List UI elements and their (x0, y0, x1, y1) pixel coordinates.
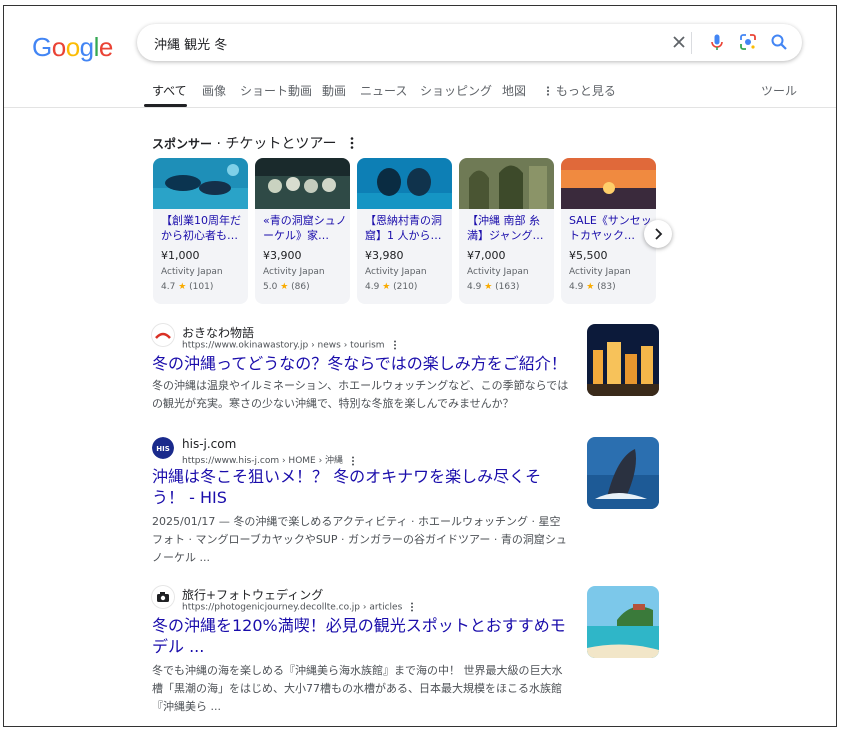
result-url[interactable]: https://www.his-j.com › HOME › 沖縄 (182, 453, 357, 466)
sponsored-label: スポンサー (152, 137, 213, 151)
rating-value: 4.7 (161, 282, 176, 292)
google-logo[interactable]: Google (32, 32, 113, 63)
search-bar[interactable]: 沖縄 観光 冬 (137, 24, 802, 61)
svg-text:HIS: HIS (156, 445, 170, 453)
more-vert-icon[interactable] (391, 340, 399, 350)
rating-value: 4.9 (365, 282, 380, 292)
sponsored-more-icon[interactable] (346, 136, 358, 150)
star-icon: ★ (280, 282, 289, 292)
result-url-text: https://photogenicjourney.decollte.co.jp… (182, 602, 403, 613)
tab-videos[interactable]: 動画 (322, 82, 346, 99)
result-snippet: 2025/01/17 — 冬の沖縄で楽しめるアクティビティ · ホエールウォッチ… (152, 515, 567, 564)
ad-card-image (153, 158, 248, 209)
ad-card-price: ¥3,900 (263, 249, 302, 262)
ad-card-title: «青の洞窟シュノーケル》家… (263, 214, 347, 242)
result-title-link[interactable]: 冬の沖縄ってどうなの？冬ならではの楽しみ方をご紹介！ (152, 353, 572, 374)
result-thumbnail[interactable] (587, 437, 659, 509)
more-vert-icon[interactable] (408, 602, 416, 612)
result-title-link[interactable]: 沖縄は冬こそ狙いメ！？ 冬のオキナワを楽しみ尽くそう！ - HIS (152, 466, 572, 508)
okinawastory-favicon (152, 324, 174, 346)
tab-images[interactable]: 画像 (202, 82, 226, 99)
review-count: (101) (189, 282, 214, 292)
ad-card-image (357, 158, 452, 209)
camera-favicon (152, 586, 174, 608)
rating-value: 4.9 (569, 282, 584, 292)
ad-card-vendor: Activity Japan (263, 267, 325, 277)
tab-more-label: もっと見る (555, 84, 616, 98)
search-icon[interactable] (769, 32, 789, 52)
more-vert-icon (546, 86, 550, 96)
result-snippet: 冬の沖縄は温泉やイルミネーション、ホエールウォッチングなど、この季節ならではの観… (152, 379, 569, 410)
ad-card-price: ¥3,980 (365, 249, 404, 262)
ad-card-vendor: Activity Japan (467, 267, 529, 277)
ad-card-vendor: Activity Japan (569, 267, 631, 277)
ad-card-title: 【創業10周年だから初心者も… (161, 214, 241, 242)
sponsored-heading: スポンサー · チケットとツアー (152, 133, 337, 153)
tab-short-videos[interactable]: ショート動画 (240, 82, 312, 99)
ad-card-vendor: Activity Japan (365, 267, 427, 277)
carousel-next-button[interactable] (644, 220, 672, 248)
result-url-text: https://www.his-j.com › HOME › 沖縄 (182, 456, 344, 466)
star-icon: ★ (382, 282, 391, 292)
ad-card-title: SALE《サンセットカヤック… (569, 214, 652, 242)
ad-card[interactable]: «青の洞窟シュノーケル》家… ¥3,900 Activity Japan 5.0… (255, 158, 350, 304)
ad-card-rating: 5.0 ★ (86) (263, 282, 310, 292)
ad-card[interactable]: 【沖縄 南部 糸満】ジャング… ¥7,000 Activity Japan 4.… (459, 158, 554, 304)
chevron-right-icon (655, 228, 663, 240)
ad-card-title: 【恩納村青の洞窟】1 人から… (365, 214, 442, 242)
ad-card-price: ¥5,500 (569, 249, 608, 262)
result-thumbnail[interactable] (587, 324, 659, 396)
ad-card-image (255, 158, 350, 209)
ad-card-price: ¥1,000 (161, 249, 200, 262)
clear-icon[interactable] (669, 32, 689, 52)
ad-card-rating: 4.9 ★ (83) (569, 282, 616, 292)
ad-card-image (459, 158, 554, 209)
star-icon: ★ (586, 282, 595, 292)
header-divider (4, 107, 836, 108)
ad-card-rating: 4.7 ★ (101) (161, 282, 213, 292)
review-count: (83) (597, 282, 616, 292)
result-url[interactable]: https://photogenicjourney.decollte.co.jp… (182, 602, 416, 613)
rating-value: 5.0 (263, 282, 278, 292)
tab-more[interactable]: もっと見る (544, 82, 616, 99)
his-favicon: HIS (152, 437, 174, 459)
review-count: (86) (291, 282, 310, 292)
sponsored-title: · チケットとツアー (212, 136, 337, 152)
rating-value: 4.9 (467, 282, 482, 292)
result-url-text: https://www.okinawastory.jp › news › tou… (182, 340, 385, 351)
result-url[interactable]: https://www.okinawastory.jp › news › tou… (182, 340, 399, 351)
review-count: (163) (495, 282, 520, 292)
more-vert-icon[interactable] (349, 456, 357, 466)
browser-page: Google 沖縄 観光 冬 すべて 画像 ショート動画 動画 ニュース ショッ… (3, 5, 837, 727)
tools-button[interactable]: ツール (761, 82, 797, 99)
result-title-link[interactable]: 冬の沖縄を120%満喫！必見の観光スポットとおすすめモデル ... (152, 615, 572, 657)
ad-card[interactable]: SALE《サンセットカヤック… ¥5,500 Activity Japan 4.… (561, 158, 656, 304)
google-lens-icon[interactable] (738, 32, 758, 52)
ad-card-rating: 4.9 ★ (210) (365, 282, 417, 292)
ad-card[interactable]: 【創業10周年だから初心者も… ¥1,000 Activity Japan 4.… (153, 158, 248, 304)
search-divider (691, 32, 692, 54)
ad-card-image (561, 158, 656, 209)
result-site-name: おきなわ物語 (182, 326, 255, 340)
review-count: (210) (393, 282, 418, 292)
ad-card-vendor: Activity Japan (161, 267, 223, 277)
result-snippet: 冬でも沖縄の海を楽しめる『沖縄美ら海水族館』まで海の中！ 世界最大級の巨大水槽「… (152, 664, 563, 713)
star-icon: ★ (484, 282, 493, 292)
result-site-name: his-j.com (182, 437, 237, 451)
tab-all[interactable]: すべて (152, 82, 187, 99)
ad-card-title: 【沖縄 南部 糸満】ジャング… (467, 214, 544, 242)
ad-card[interactable]: 【恩納村青の洞窟】1 人から… ¥3,980 Activity Japan 4.… (357, 158, 452, 304)
microphone-icon[interactable] (707, 32, 727, 52)
tab-news[interactable]: ニュース (360, 82, 407, 99)
ad-card-price: ¥7,000 (467, 249, 506, 262)
tab-shopping[interactable]: ショッピング (420, 82, 492, 99)
result-site-name: 旅行+フォトウェディング (182, 588, 324, 602)
result-thumbnail[interactable] (587, 586, 659, 658)
ad-card-rating: 4.9 ★ (163) (467, 282, 519, 292)
search-input[interactable]: 沖縄 観光 冬 (154, 34, 227, 53)
tab-maps[interactable]: 地図 (502, 82, 526, 99)
star-icon: ★ (178, 282, 187, 292)
